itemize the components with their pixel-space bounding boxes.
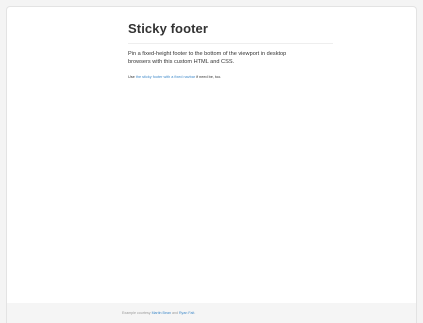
fixed-navbar-link[interactable]: the sticky footer with a fixed navbar <box>136 75 195 79</box>
main-container: Sticky footer Pin a fixed-height footer … <box>128 21 333 80</box>
lead-paragraph: Pin a fixed-height footer to the bottom … <box>128 50 333 66</box>
page-title: Sticky footer <box>128 21 209 36</box>
footer-text: Example courtesy Martin Bean and Ryan Fa… <box>122 310 195 316</box>
footer-joiner: and <box>170 311 179 315</box>
lead-line-1: Pin a fixed-height footer to the bottom … <box>128 51 287 57</box>
browser-viewport: Sticky footer Pin a fixed-height footer … <box>6 6 417 323</box>
footer-prefix: Example courtesy <box>122 311 152 315</box>
author-link-martin-bean[interactable]: Martin Bean <box>152 311 171 315</box>
page-header: Sticky footer <box>128 21 333 44</box>
lead-line-2: browsers with this custom HTML and CSS. <box>128 59 235 65</box>
footer-suffix: . <box>194 311 196 315</box>
usage-note-prefix: Use <box>128 75 136 79</box>
sticky-footer: Example courtesy Martin Bean and Ryan Fa… <box>7 303 416 323</box>
usage-note-suffix: if need be, too. <box>195 75 222 79</box>
usage-note: Use the sticky footer with a fixed navba… <box>128 74 333 80</box>
author-link-ryan-fait[interactable]: Ryan Fait <box>179 311 194 315</box>
